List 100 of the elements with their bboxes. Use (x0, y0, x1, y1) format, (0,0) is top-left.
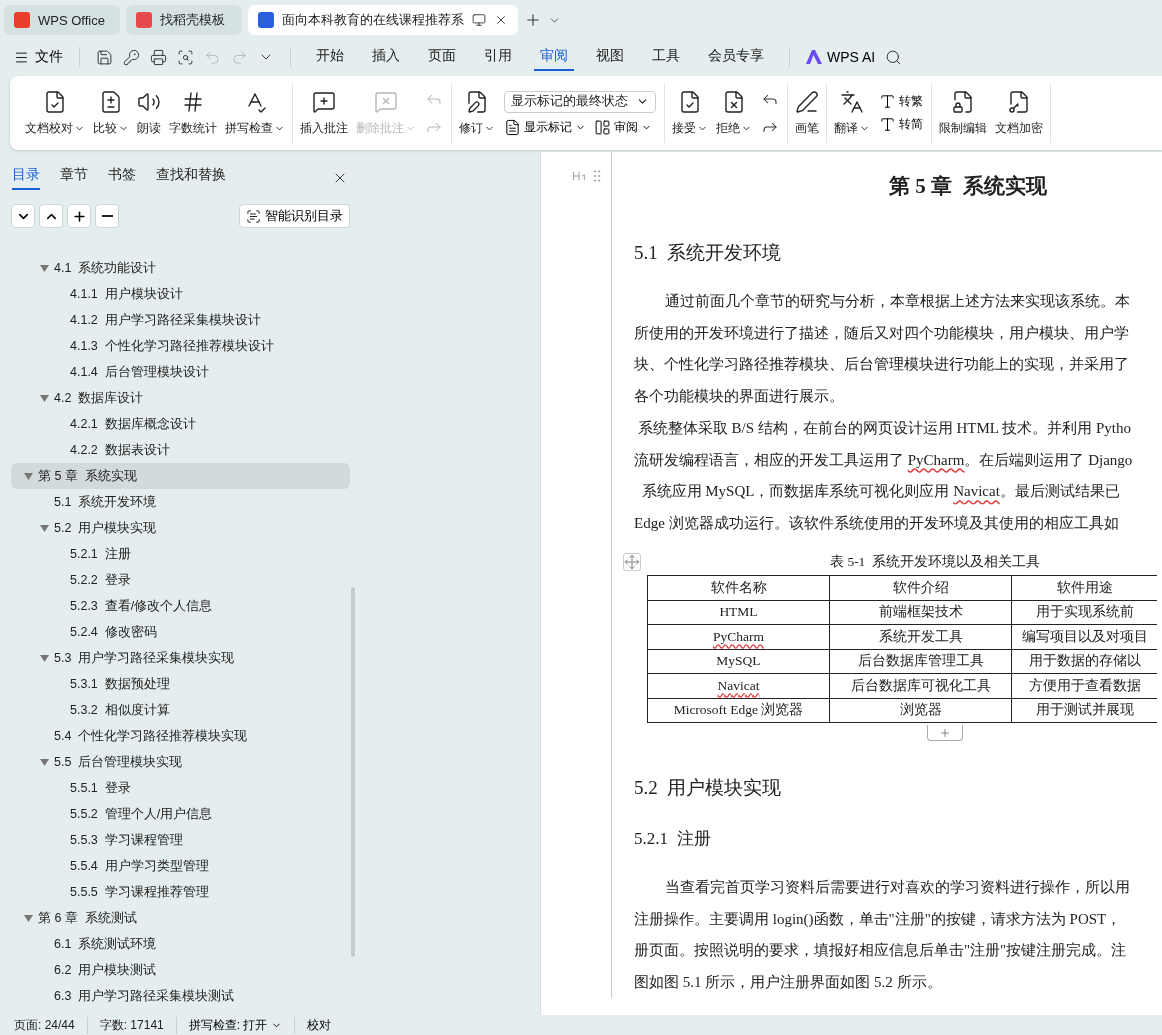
ribbon-button[interactable]: 文档加密 (992, 87, 1046, 139)
toc-item[interactable]: 5.3.1 数据预处理 (11, 671, 350, 697)
collapse-button[interactable] (39, 204, 63, 228)
ribbon-tab[interactable]: 开始 (310, 43, 350, 71)
table-cell: 系统开发工具 (829, 624, 1012, 649)
toc-item[interactable]: 6.1 系统测试环境 (11, 931, 350, 957)
app-tab[interactable]: 找稻壳模板 (126, 5, 242, 35)
scan-icon (246, 208, 261, 224)
toc-item[interactable]: 5.5.5 学习课程推荐管理 (11, 879, 350, 905)
ribbon-button[interactable]: 文档校对 (22, 87, 88, 139)
remove-level-button[interactable] (95, 204, 119, 228)
toc-item[interactable]: 5.5.4 用户学习类型管理 (11, 853, 350, 879)
ribbon-button[interactable]: 修订 (456, 87, 498, 139)
expand-button[interactable] (11, 204, 35, 228)
table-cell: 前端框架技术 (829, 600, 1012, 625)
ai-logo-icon (806, 50, 822, 64)
toc-item[interactable]: 4.2 数据库设计 (11, 385, 350, 411)
ribbon-button[interactable]: 朗读 (134, 87, 164, 139)
table-cell: MySQL (647, 649, 830, 674)
toc-item[interactable]: 5.1 系统开发环境 (11, 489, 350, 515)
ribbon-button[interactable]: 接受 (669, 87, 711, 139)
add-level-button[interactable] (67, 204, 91, 228)
ribbon-button[interactable]: 限制编辑 (936, 87, 990, 139)
ribbon-tab[interactable]: 插入 (366, 43, 406, 71)
text-line: 块、个性化学习路径推荐模块、后台管理模块进行功能上的实现，并采用了 (634, 355, 1130, 374)
toc-item[interactable]: 6.3 用户学习路径采集模块测试 (11, 983, 350, 1009)
print-preview-button[interactable] (177, 48, 194, 66)
toc-item[interactable]: 5.5.2 管理个人/用户信息 (11, 801, 350, 827)
toc-item[interactable]: 5.5.1 登录 (11, 775, 350, 801)
sidebar-tab[interactable]: 章节 (60, 166, 88, 190)
app-tab[interactable]: 面向本科教育的在线课程推荐系 (248, 5, 518, 35)
new-tab-button[interactable] (524, 11, 542, 29)
toc-item[interactable]: 4.2.2 数据表设计 (11, 437, 350, 463)
toc-item[interactable]: 4.1.1 用户模块设计 (11, 281, 350, 307)
ribbon-button[interactable]: 显示标记 (504, 118, 586, 136)
toc-item[interactable]: 5.3 用户学习路径采集模块实现 (11, 645, 350, 671)
toc-item[interactable]: 5.2.4 修改密码 (11, 619, 350, 645)
sidebar-tab[interactable]: 书签 (108, 166, 136, 190)
ribbon-button[interactable]: 比较 (90, 87, 132, 139)
ribbon-button[interactable]: 字数统计 (166, 87, 220, 139)
ribbon-tab[interactable]: 审阅 (534, 43, 574, 71)
expanded-triangle-icon (40, 394, 49, 402)
toc-item[interactable]: 5.4 个性化学习路径推荐模块实现 (11, 723, 350, 749)
toc-item[interactable]: 5.2.2 登录 (11, 567, 350, 593)
toc-item[interactable]: 4.1.3 个性化学习路径推荐模块设计 (11, 333, 350, 359)
toc-item[interactable]: 4.1.2 用户学习路径采集模块设计 (11, 307, 350, 333)
plus-icon (939, 726, 951, 739)
save-icon (96, 48, 113, 66)
plus-icon (71, 208, 87, 224)
plus-icon (524, 11, 542, 29)
toc-item[interactable]: 5.5 后台管理模块实现 (11, 749, 350, 775)
table-header-cell: 软件介绍 (829, 575, 1012, 600)
toc-item[interactable]: 第 5 章 系统实现 (11, 463, 350, 489)
file-menu-button[interactable]: 文件 (14, 48, 63, 66)
ribbon-button[interactable]: 画笔 (792, 87, 822, 139)
ribbon-button[interactable]: 翻译 (831, 87, 873, 139)
toc-item[interactable]: 5.2.3 查看/修改个人信息 (11, 593, 350, 619)
toc-item[interactable]: 4.1.4 后台管理模块设计 (11, 359, 350, 385)
toc-item[interactable]: 5.5.3 学习课程管理 (11, 827, 350, 853)
ribbon-button[interactable]: 拼写检查 (222, 87, 288, 139)
toc-item[interactable]: 5.3.2 相似度计算 (11, 697, 350, 723)
compare-document-icon (99, 89, 123, 114)
section-heading: 5.2 用户模块实现 (634, 776, 783, 800)
scrollbar-thumb[interactable] (351, 587, 355, 957)
simplified-chinese-icon (879, 116, 896, 133)
table-cell: PyCharm (647, 624, 830, 649)
text-line: 册页面。按照说明的要求，填报好相应信息后单击"注册"按键注册完成。注 (634, 941, 1128, 960)
proofread-button[interactable]: 校对 (307, 1016, 344, 1034)
table-cell: 后台数据库管理工具 (829, 649, 1012, 674)
toc-item[interactable]: 4.2.1 数据库概念设计 (11, 411, 350, 437)
ribbon-tab[interactable]: 页面 (422, 43, 462, 71)
sidebar-tab[interactable]: 查找和替换 (156, 166, 226, 190)
toc-item[interactable]: 第 6 章 系统测试 (11, 905, 350, 931)
ribbon-button[interactable]: 转简 (879, 116, 923, 133)
ribbon-tab[interactable]: 视图 (590, 43, 630, 71)
text-line: 通过前面几个章节的研究与分析，本章根据上述方法来实现该系统。本 (664, 292, 1131, 311)
ribbon-button[interactable]: 转繁 (879, 93, 923, 110)
sidebar-tab[interactable]: 目录 (12, 166, 40, 190)
toc-item[interactable]: 5.2 用户模块实现 (11, 515, 350, 541)
toc-item[interactable]: 4.1 系统功能设计 (11, 255, 350, 281)
ribbon-tab[interactable]: 会员专享 (702, 43, 770, 71)
smart-toc-button[interactable]: 智能识别目录 (239, 204, 350, 228)
save-button[interactable] (96, 48, 113, 66)
spell-check-button[interactable]: 拼写检查: 打开 (188, 1016, 296, 1034)
print-button[interactable] (150, 48, 167, 66)
ribbon-button[interactable]: 审阅 (594, 118, 652, 136)
ribbon-tab[interactable]: 引用 (478, 43, 518, 71)
ribbon-button[interactable]: 拒绝 (713, 87, 755, 139)
ribbon-button[interactable]: 插入批注 (297, 87, 351, 139)
number-count-icon (181, 89, 205, 114)
app-tab[interactable]: WPS Office (4, 5, 120, 35)
toc-item[interactable]: 5.2.1 注册 (11, 541, 350, 567)
search-button[interactable] (885, 48, 903, 66)
word-count: 字数: 17141 (99, 1016, 177, 1034)
menu-icon (14, 49, 29, 65)
ai-button[interactable]: WPS AI (806, 49, 876, 65)
toc-item[interactable]: 6.2 用户模块测试 (11, 957, 350, 983)
markup-select[interactable]: 显示标记的最终状态 (504, 90, 656, 113)
ribbon-tab[interactable]: 工具 (646, 43, 686, 71)
table-header-cell: 软件名称 (647, 575, 830, 600)
